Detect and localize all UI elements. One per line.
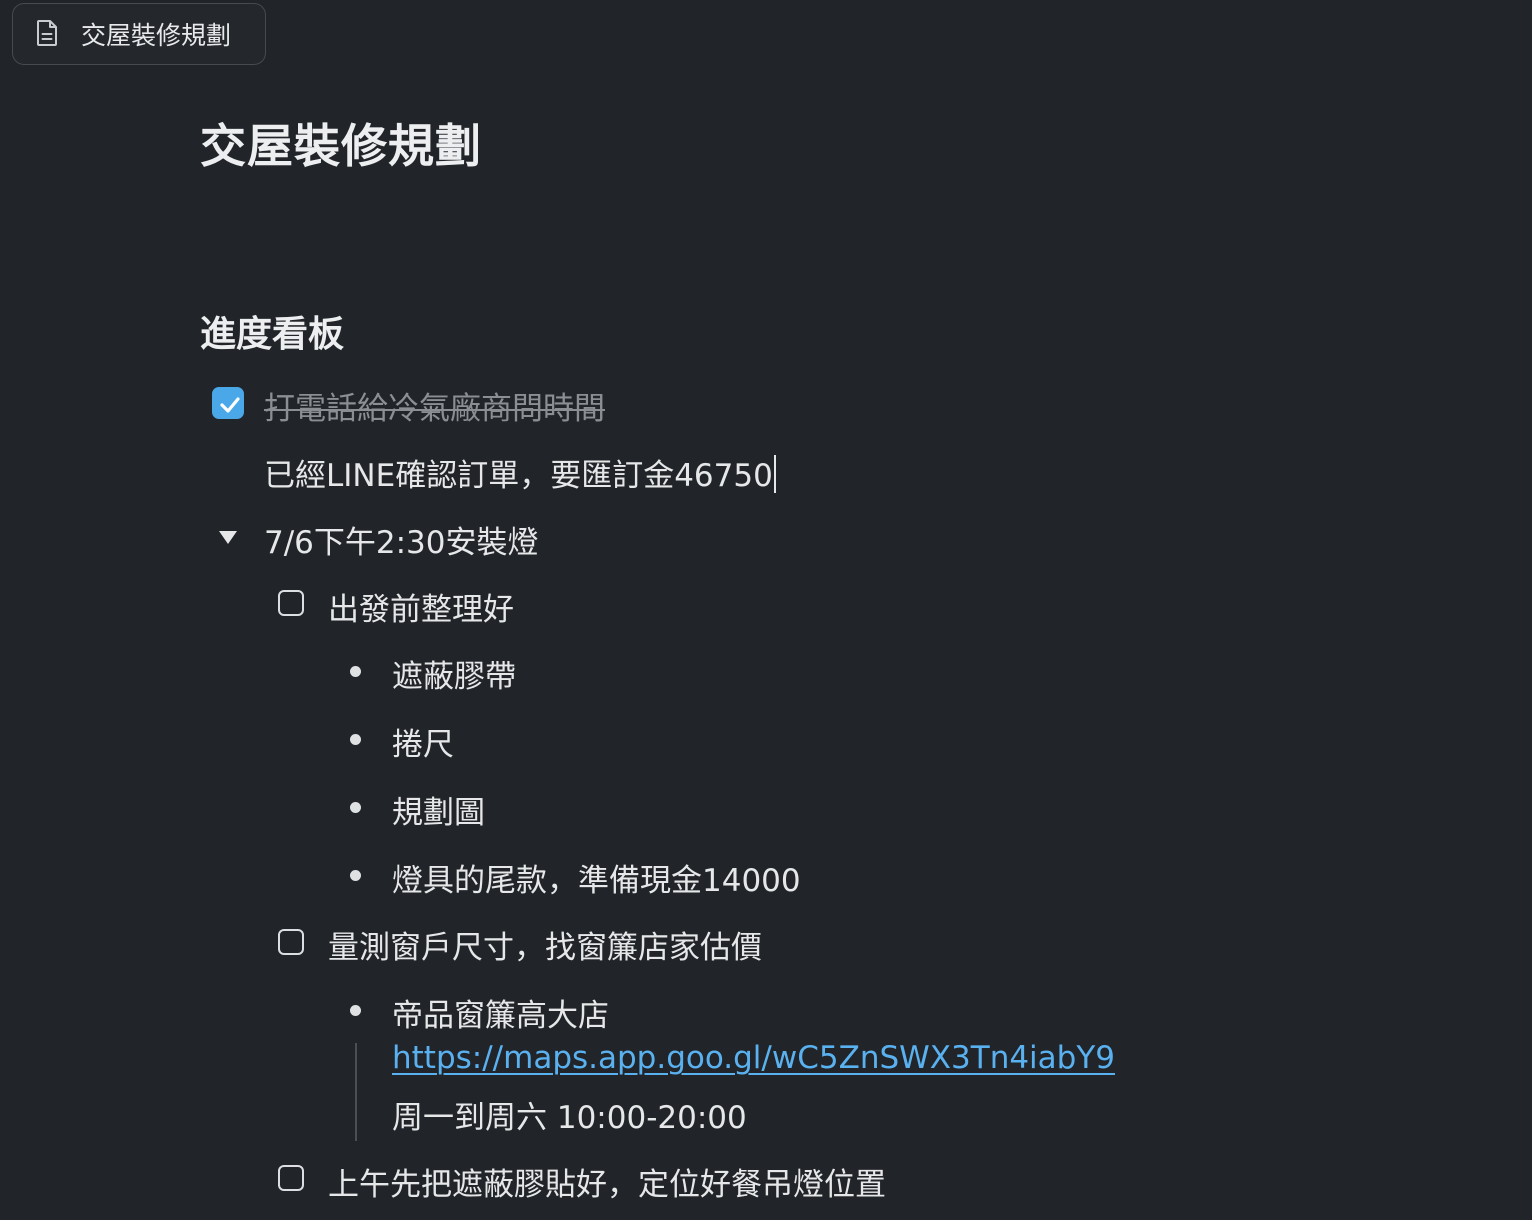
list-item[interactable]: 捲尺: [392, 719, 454, 764]
toggle-triangle-icon[interactable]: [217, 528, 239, 550]
bullet-dot: [350, 802, 361, 813]
bullet-dot: [350, 734, 361, 745]
quote-bar: [355, 1043, 357, 1141]
store-name[interactable]: 帝品窗簾高大店: [392, 990, 609, 1035]
task-checkbox-checked[interactable]: [212, 387, 244, 419]
document-icon: [35, 19, 63, 49]
text-cursor: [773, 455, 776, 493]
checkmark-icon: [220, 397, 240, 413]
store-hours[interactable]: 周一到周六 10:00-20:00: [392, 1092, 747, 1137]
section-heading[interactable]: 進度看板: [200, 305, 344, 357]
tab-label: 交屋裝修規劃: [81, 21, 232, 50]
task-text-completed[interactable]: 打電話給冷氣廠商問時間: [264, 383, 605, 428]
task-note-content: 已經LINE確認訂單，要匯訂金46750: [264, 458, 773, 494]
subtask-checkbox[interactable]: [278, 1165, 304, 1191]
list-item[interactable]: 遮蔽膠帶: [392, 651, 516, 696]
page-title[interactable]: 交屋裝修規劃: [200, 110, 482, 176]
subtask-text[interactable]: 量測窗戶尺寸，找窗簾店家估價: [328, 922, 762, 967]
list-item[interactable]: 規劃圖: [392, 787, 485, 832]
bullet-dot: [350, 666, 361, 677]
subtask-text[interactable]: 上午先把遮蔽膠貼好，定位好餐吊燈位置: [328, 1159, 886, 1204]
bullet-dot: [350, 1005, 361, 1016]
subtask-checkbox[interactable]: [278, 929, 304, 955]
map-link[interactable]: https://maps.app.goo.gl/wC5ZnSWX3Tn4iabY…: [392, 1040, 1115, 1076]
task-note-text[interactable]: 已經LINE確認訂單，要匯訂金46750: [264, 450, 776, 495]
toggle-heading[interactable]: 7/6下午2:30安裝燈: [264, 517, 539, 562]
bullet-dot: [350, 870, 361, 881]
notes-page: 交屋裝修規劃 交屋裝修規劃 進度看板 打電話給冷氣廠商問時間 已經LINE確認訂…: [0, 0, 1532, 1220]
list-item[interactable]: 燈具的尾款，準備現金14000: [392, 855, 801, 900]
subtask-checkbox[interactable]: [278, 590, 304, 616]
subtask-text[interactable]: 出發前整理好: [328, 584, 514, 629]
document-tab[interactable]: 交屋裝修規劃: [12, 3, 266, 65]
